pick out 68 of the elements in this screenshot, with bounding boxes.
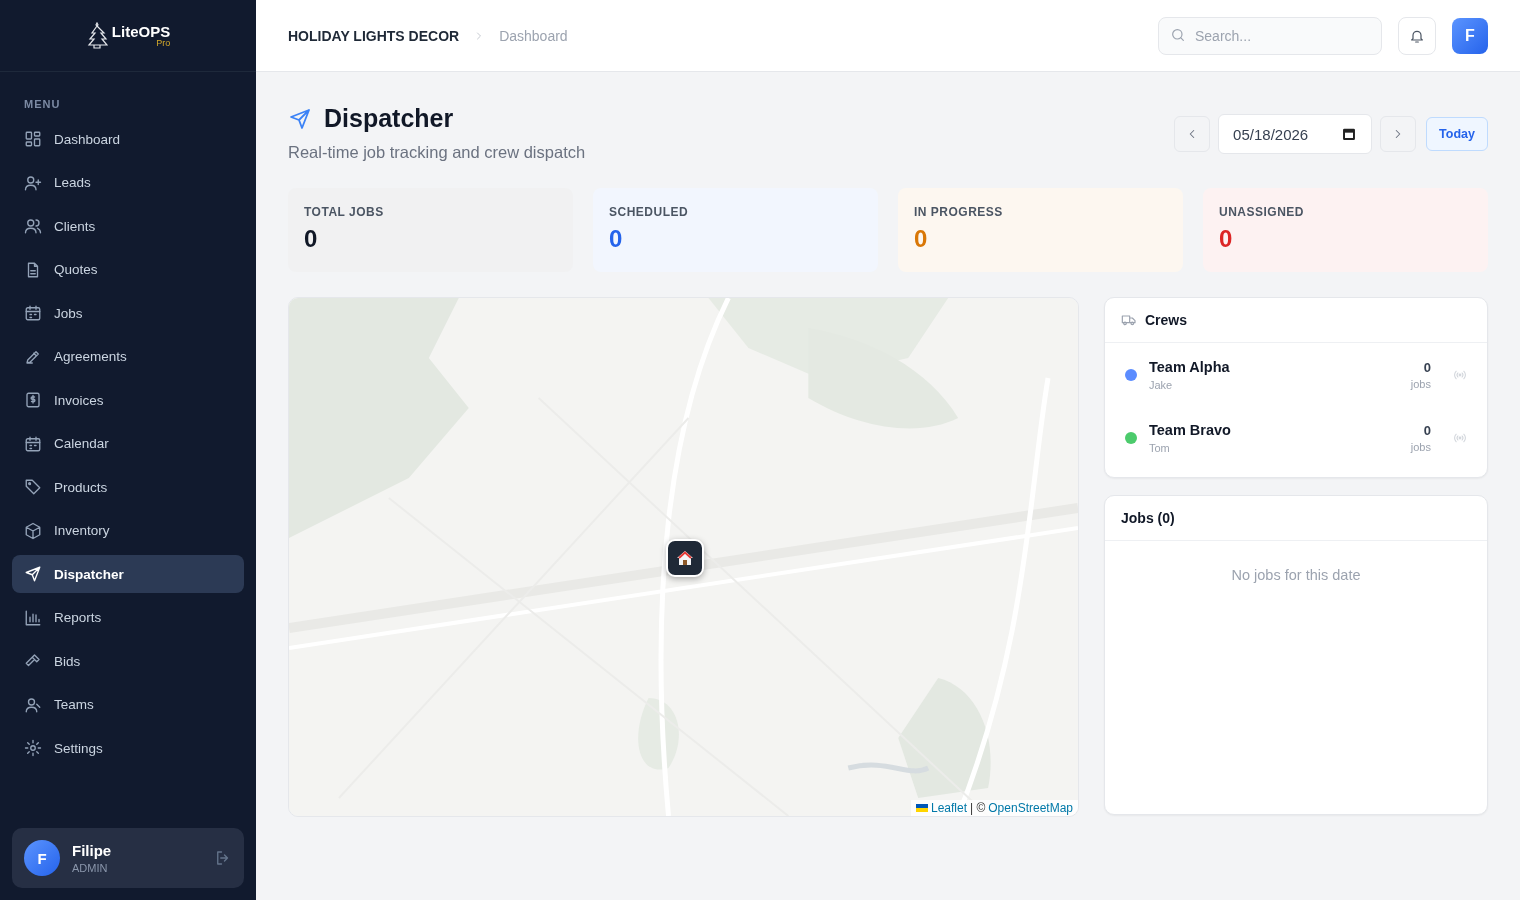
sidebar-item[interactable]: Inventory (12, 511, 244, 550)
crew-lead: Jake (1149, 378, 1174, 391)
send-icon (288, 106, 312, 131)
sidebar-item[interactable]: Dispatcher (12, 555, 244, 593)
bar-chart-icon (24, 608, 42, 627)
page-subtitle: Real-time job tracking and crew dispatch (288, 143, 586, 162)
box-icon (24, 521, 42, 540)
job-count: 0 (1423, 359, 1431, 375)
sidebar-item[interactable]: Calendar (12, 424, 244, 463)
tag-icon (24, 478, 42, 496)
today-button[interactable]: Today (1426, 117, 1488, 151)
stat-label: IN PROGRESS (914, 205, 1004, 219)
calendar-icon (24, 434, 42, 453)
crew-name: Team Alpha (1149, 358, 1231, 375)
grid-icon (24, 130, 42, 148)
sidebar-item[interactable]: Clients (12, 207, 244, 245)
calendar-icon[interactable] (1341, 126, 1358, 142)
user-name: Filipe (72, 842, 113, 859)
menu-heading: MENU (23, 97, 62, 112)
sidebar-item[interactable]: Jobs (12, 294, 244, 332)
sidebar-item[interactable]: Products (12, 468, 244, 506)
openstreetmap-link[interactable]: OpenStreetMap (988, 801, 1073, 815)
flag-icon (915, 804, 928, 812)
date-field[interactable]: 05/18/2026 (1218, 114, 1373, 154)
crew-lead: Tom (1149, 441, 1171, 454)
sidebar-item[interactable]: Teams (12, 685, 244, 724)
jobs-title: Jobs (0) (1121, 510, 1175, 526)
sidebar-item[interactable]: Settings (12, 729, 244, 767)
truck-icon (1121, 312, 1137, 328)
user-avatar: F (24, 840, 60, 876)
search-field[interactable]: Search... (1158, 16, 1382, 55)
empty-message: No jobs for this date (1230, 567, 1362, 583)
stat-label: SCHEDULED (609, 205, 690, 219)
stat-value: 0 (1219, 225, 1234, 253)
job-count-label: jobs (1410, 440, 1431, 453)
sidebar-item[interactable]: Dashboard (12, 120, 244, 158)
search-icon (1170, 26, 1186, 43)
crews-title: Crews (1145, 312, 1188, 328)
crew-name: Team Bravo (1149, 421, 1232, 438)
tree-logo-icon (85, 21, 108, 50)
leaflet-link[interactable]: Leaflet (930, 801, 967, 815)
sidebar-item[interactable]: Quotes (12, 250, 244, 289)
stat-label: TOTAL JOBS (304, 205, 385, 219)
dollar-document-icon (24, 391, 42, 409)
sidebar-item[interactable]: Reports (12, 598, 244, 637)
page-title: Dispatcher (324, 104, 454, 133)
location-marker[interactable] (666, 539, 704, 577)
notifications-button[interactable] (1398, 16, 1436, 55)
user-avatar[interactable]: F (1452, 17, 1488, 54)
user-plus-icon (24, 173, 42, 192)
calendar-icon (24, 304, 42, 322)
brand-suffix: Pro (156, 38, 171, 48)
stat-value: 0 (304, 225, 319, 253)
house-icon (676, 549, 694, 567)
sidebar-item[interactable]: Invoices (12, 381, 244, 419)
send-icon (24, 565, 42, 583)
job-count-label: jobs (1410, 377, 1431, 390)
brand-name: LiteOPS (111, 23, 171, 39)
user-role: ADMIN (72, 862, 109, 874)
stat-value: 0 (609, 225, 624, 253)
stat-value: 0 (914, 225, 929, 253)
map-attribution: Leaflet | © OpenStreetMap (910, 800, 1078, 816)
job-count: 0 (1423, 422, 1431, 438)
stat-label: UNASSIGNED (1219, 205, 1305, 219)
sidebar-item[interactable]: Leads (12, 163, 244, 202)
company-name: HOLIDAY LIGHTS DECOR (288, 27, 460, 44)
sidebar-item[interactable]: Bids (12, 642, 244, 680)
sidebar-item[interactable]: Agreements (12, 337, 244, 376)
